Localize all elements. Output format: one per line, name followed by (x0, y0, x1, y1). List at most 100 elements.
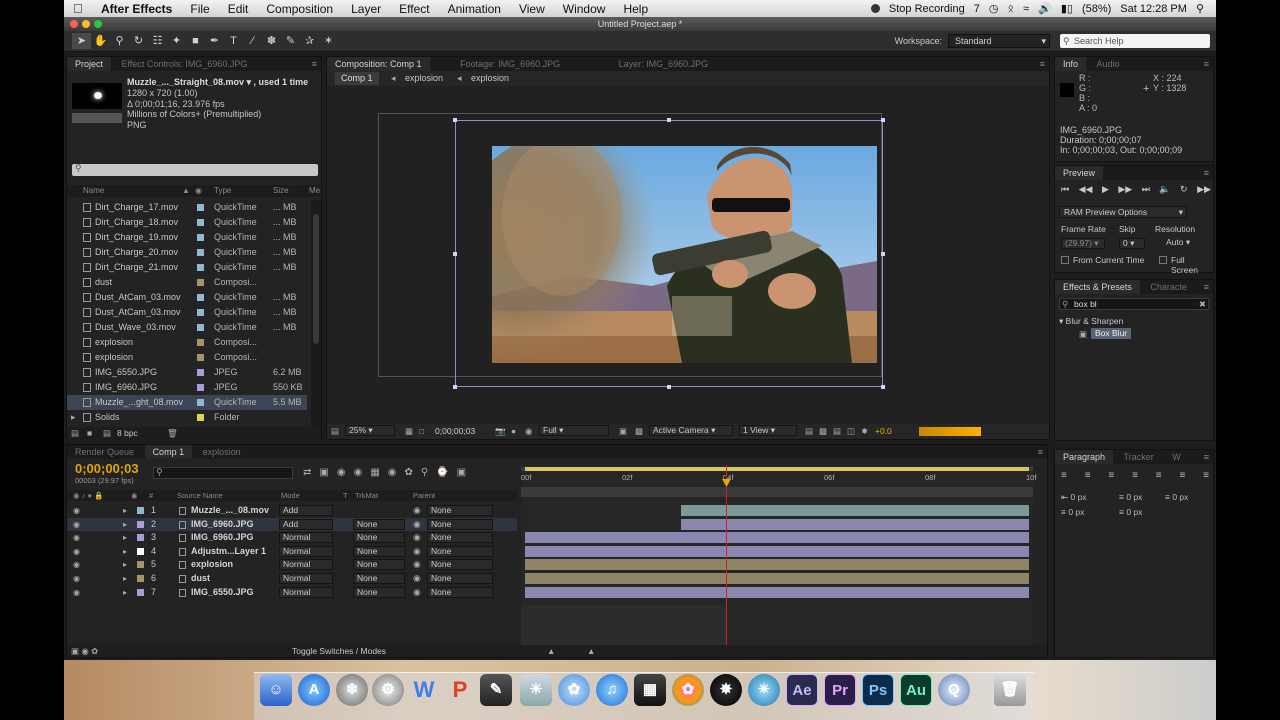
breadcrumb-explosion-2[interactable]: explosion (471, 71, 509, 86)
breadcrumb-explosion-1[interactable]: explosion (405, 71, 443, 86)
col-type[interactable]: Type (214, 185, 231, 197)
layer-label-color[interactable] (137, 520, 144, 528)
eye-visibility-icon[interactable]: ◉ (73, 558, 80, 571)
tab-footage[interactable]: Footage: IMG_6960.JPG (452, 57, 568, 71)
photo-booth-icon[interactable]: ✿ (672, 674, 704, 706)
tab-wiggler[interactable]: W (1164, 450, 1189, 464)
expand-triangle-icon[interactable]: ▸ (123, 572, 127, 585)
tab-comp1[interactable]: Comp 1 (144, 445, 193, 459)
project-item[interactable]: Dust_AtCam_03.mov QuickTime ... MB (67, 305, 307, 320)
after-effects-icon[interactable]: Ae (786, 674, 818, 706)
pick-whip-icon[interactable]: ◉ (413, 572, 421, 585)
project-item[interactable]: Dust_AtCam_03.mov QuickTime ... MB (67, 290, 307, 305)
mute-icon[interactable]: 🔈 (1159, 184, 1170, 198)
flowchart-icon[interactable]: ◫ (847, 424, 855, 439)
ram-preview-options-select[interactable]: RAM Preview Options ▾ (1059, 206, 1187, 218)
tab-layer[interactable]: Layer: IMG_6960.JPG (611, 57, 717, 71)
item-label-color[interactable] (197, 294, 204, 301)
selection-tool-icon[interactable]: ➤ (72, 33, 91, 49)
quicktime-icon[interactable]: Q (938, 674, 970, 706)
timeline-layer-row[interactable]: ◉ ▸ 3 IMG_6960.JPG Normal None ◉ None (67, 531, 517, 545)
new-folder-icon[interactable]: ■ (87, 427, 92, 440)
layer-name[interactable]: IMG_6550.JPG (191, 586, 254, 599)
clapperboard-icon[interactable]: ▦ (634, 674, 666, 706)
blend-mode-select[interactable]: Normal (279, 532, 333, 544)
shy-layers-icon[interactable]: ◉ (354, 467, 363, 478)
exposure-value[interactable]: +0.0 (875, 424, 892, 439)
panel-menu-icon[interactable]: ≡ (1038, 445, 1043, 459)
next-frame-icon[interactable]: ▶▶ (1118, 184, 1132, 198)
parent-select[interactable]: None (427, 545, 493, 557)
puppet-pin-tool-icon[interactable]: ✶ (319, 33, 338, 49)
tab-composition[interactable]: Composition: Comp 1 (327, 57, 430, 71)
layer-name[interactable]: Adjustm...Layer 1 (191, 545, 266, 558)
transform-handle[interactable] (453, 118, 457, 122)
panel-menu-icon[interactable]: ≡ (1040, 57, 1045, 71)
panel-menu-icon[interactable]: ≡ (312, 57, 317, 71)
zoom-tool-icon[interactable]: ⚲ (110, 33, 129, 49)
search-help-input[interactable]: ⚲ Search Help (1060, 34, 1210, 48)
pick-whip-icon[interactable]: ◉ (413, 504, 421, 517)
pick-whip-icon[interactable]: ◉ (413, 558, 421, 571)
safe-zones-icon[interactable]: ▦ (405, 424, 413, 439)
expand-triangle-icon[interactable]: ▸ (123, 518, 127, 531)
project-scrollbar[interactable] (311, 200, 321, 428)
clock[interactable]: Sat 12:28 PM (1120, 3, 1187, 15)
time-navigator[interactable] (521, 487, 1033, 497)
project-item[interactable]: ▸ Solids Folder (67, 410, 307, 425)
effects-category-blur[interactable]: ▾ Blur & Sharpen (1059, 316, 1123, 327)
stop-recording-label[interactable]: Stop Recording (889, 3, 965, 15)
apple-menu-icon[interactable]:  (64, 1, 92, 16)
layer-label-color[interactable] (137, 575, 144, 582)
timeline-layer-row[interactable]: ◉ ▸ 7 IMG_6550.JPG Normal None ◉ None (67, 586, 517, 600)
justify-left-icon[interactable]: ≡ (1132, 470, 1138, 481)
new-comp-icon[interactable]: ▤ (103, 427, 111, 440)
safari-icon[interactable]: ✿ (558, 674, 590, 706)
stop-recording-icon[interactable] (870, 4, 880, 13)
trash-icon[interactable]: 🗑 (167, 427, 178, 440)
first-line-indent-field[interactable]: ≡ 0 px (1165, 492, 1188, 502)
play-icon[interactable]: ▶ (1102, 184, 1109, 198)
eye-visibility-icon[interactable]: ◉ (73, 531, 80, 544)
tab-info[interactable]: Info (1055, 57, 1087, 71)
justify-center-icon[interactable]: ≡ (1156, 470, 1162, 481)
pick-whip-icon[interactable]: ◉ (413, 586, 421, 599)
mask-visibility-icon[interactable]: □ (419, 424, 424, 439)
always-preview-icon[interactable]: ▤ (331, 424, 339, 439)
timeline-icon[interactable]: ▤ (833, 424, 841, 439)
layer-switches-icon[interactable]: ▣ ◉ ✿ (71, 645, 98, 657)
layer-name[interactable]: Muzzle_..._08.mov (191, 504, 269, 517)
item-label-color[interactable] (197, 309, 204, 316)
itunes-icon[interactable]: ♫ (596, 674, 628, 706)
menu-composition[interactable]: Composition (257, 2, 342, 16)
tab-project[interactable]: Project (67, 57, 112, 71)
trash-icon[interactable]: 🗑 (994, 674, 1026, 706)
audition-icon[interactable]: Au (900, 674, 932, 706)
tab-paragraph[interactable]: Paragraph (1055, 450, 1114, 464)
eye-visibility-icon[interactable]: ◉ (73, 518, 80, 531)
reset-exposure-icon[interactable]: ✸ (861, 424, 868, 439)
timeline-layer-row[interactable]: ◉ ▸ 5 explosion Normal None ◉ None (67, 558, 517, 572)
brainstorm-icon[interactable]: ✿ (405, 467, 413, 478)
effect-box-blur[interactable]: Box Blur (1091, 328, 1132, 339)
time-machine-icon[interactable]: ◷ (989, 2, 999, 15)
transform-handle[interactable] (881, 118, 885, 122)
brush-tool-icon[interactable]: ∕ (243, 33, 262, 49)
tab-effects-presets[interactable]: Effects & Presets (1055, 280, 1140, 294)
project-item[interactable]: IMG_6960.JPG JPEG 550 KB (67, 380, 307, 395)
pen-tool-icon[interactable]: ✒ (205, 33, 224, 49)
item-label-color[interactable] (197, 204, 204, 211)
work-area-range[interactable] (525, 467, 1029, 471)
clone-stamp-tool-icon[interactable]: ✽ (262, 33, 281, 49)
trkmat-select[interactable]: None (353, 518, 405, 530)
space-before-field[interactable]: ≡ 0 px (1061, 507, 1084, 517)
scroll-thumb[interactable] (313, 214, 319, 344)
expand-triangle-icon[interactable]: ▸ (123, 545, 127, 558)
parent-select[interactable]: None (427, 559, 493, 571)
item-label-color[interactable] (197, 249, 204, 256)
layer-duration-bar[interactable] (681, 505, 1029, 516)
spotlight-icon[interactable]: ⚲ (1196, 2, 1204, 15)
finder-icon[interactable]: ☺ (260, 674, 292, 706)
panel-menu-icon[interactable]: ≡ (1204, 280, 1209, 294)
eye-visibility-icon[interactable]: ◉ (73, 504, 80, 517)
